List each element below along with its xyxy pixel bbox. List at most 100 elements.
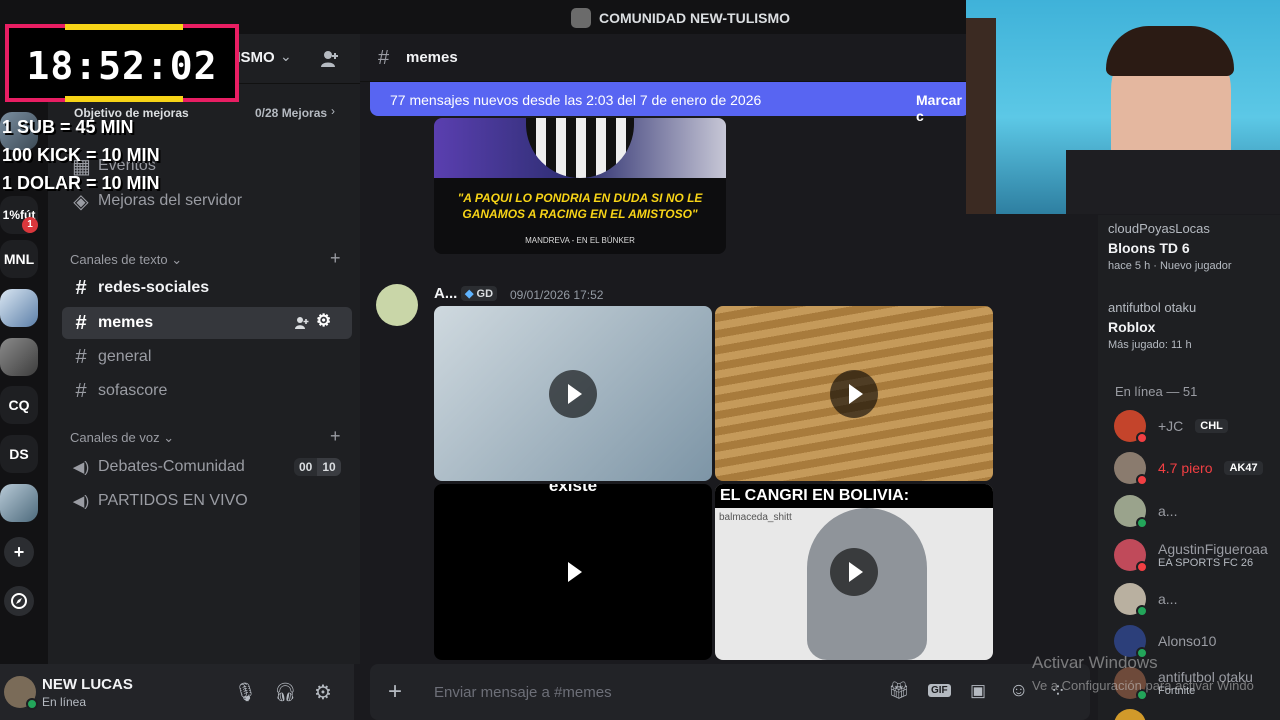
- add-server-icon[interactable]: +: [4, 537, 34, 567]
- activity-card[interactable]: antifutbol otaku Roblox Más jugado: 11 h: [1108, 300, 1280, 351]
- compass-icon[interactable]: [4, 586, 34, 616]
- channel-item[interactable]: # general: [62, 341, 352, 373]
- channel-item[interactable]: # sofascore: [62, 375, 352, 407]
- hash-icon: #: [75, 379, 87, 402]
- online-status-icon: [1136, 517, 1148, 529]
- guild-item-3[interactable]: CQ: [0, 386, 38, 424]
- channel-item-active[interactable]: # memes ⚙: [62, 307, 352, 339]
- stream-rule: 1 DOLAR = 10 MIN: [2, 173, 160, 193]
- speaker-icon: ◀): [72, 493, 90, 510]
- guild-icon-image[interactable]: [0, 484, 38, 522]
- guild-item-2[interactable]: MNL: [0, 240, 38, 278]
- channel-item[interactable]: # redes-sociales: [62, 272, 352, 304]
- boost-count: 0/28 Mejoras: [255, 106, 328, 120]
- stream-rule: 1 SUB = 45 MIN: [2, 117, 134, 137]
- headphones-icon[interactable]: 🎧︎: [274, 682, 297, 703]
- sticker-icon[interactable]: ▣: [970, 681, 986, 701]
- invite-people-icon[interactable]: [294, 315, 310, 331]
- gift-icon[interactable]: 🎁︎: [888, 681, 910, 701]
- video-caption: EL CANGRI EN BOLIVIA:: [720, 487, 910, 504]
- stream-timer: 18:52:02: [5, 24, 239, 102]
- user-panel: NEW LUCAS En línea 🎙︎ 🎧︎ ⚙: [0, 664, 354, 720]
- online-status-icon: [1136, 605, 1148, 617]
- member-item[interactable]: a...: [1114, 495, 1177, 529]
- online-status-icon: [26, 698, 38, 710]
- member-list: cloudPoyasLocas Bloons TD 6 hace 5 h · N…: [1098, 215, 1280, 720]
- server-icon: [571, 8, 591, 28]
- chevron-down-icon: ⌄: [280, 48, 292, 64]
- member-item[interactable]: b3ni4: [1114, 709, 1192, 720]
- online-header: En línea — 51: [1115, 384, 1198, 399]
- video-watermark: balmaceda_shitt: [719, 512, 792, 523]
- voice-channel-item[interactable]: ◀) PARTIDOS EN VIVO: [62, 485, 352, 517]
- member-item[interactable]: a...: [1114, 583, 1177, 617]
- gem-icon: ◆: [465, 288, 474, 300]
- add-channel-icon[interactable]: +: [330, 248, 341, 269]
- emoji-icon[interactable]: ☺: [1009, 680, 1028, 702]
- voice-channel-item[interactable]: ◀) Debates-Comunidad 00 10: [62, 451, 352, 483]
- play-icon[interactable]: [549, 548, 597, 596]
- play-icon[interactable]: [830, 369, 878, 418]
- video-attachment[interactable]: EL CANGRI EN BOLIVIA: balmaceda_shitt: [715, 484, 993, 660]
- guild-item-4[interactable]: DS: [0, 435, 38, 473]
- webcam-door: [966, 18, 996, 214]
- message-input[interactable]: Enviar mensaje a #memes: [434, 684, 612, 701]
- meme-image[interactable]: "A PAQUI LO PONDRIA EN DUDA SI NO LE GAN…: [434, 118, 726, 254]
- mark-read-button[interactable]: Marcar c: [916, 92, 970, 124]
- video-attachment[interactable]: [434, 306, 712, 481]
- hash-icon: #: [378, 47, 390, 69]
- video-attachment[interactable]: [715, 306, 993, 481]
- member-item[interactable]: +JC CHL: [1114, 410, 1228, 444]
- activity-game: Bloons TD 6: [1108, 240, 1190, 256]
- guild-tag: ◆ GD: [461, 286, 498, 301]
- plus-icon[interactable]: +: [388, 678, 402, 706]
- speaker-icon: ◀): [72, 459, 90, 476]
- voice-user-counter: 00 10: [294, 458, 341, 476]
- author-avatar[interactable]: [376, 284, 418, 326]
- gear-icon[interactable]: ⚙: [316, 311, 331, 331]
- dnd-status-icon: [1136, 474, 1148, 486]
- chevron-down-icon: ⌄: [171, 252, 183, 267]
- play-icon[interactable]: [830, 548, 878, 596]
- timer-value: 18:52:02: [26, 44, 218, 88]
- add-channel-icon[interactable]: +: [330, 426, 341, 447]
- meme-caption: "A PAQUI LO PONDRIA EN DUDA SI NO LE GAN…: [457, 191, 703, 221]
- guild-icon-image[interactable]: [0, 289, 38, 327]
- windows-watermark-title: Activar Windows: [1032, 653, 1158, 672]
- video-caption: existe: [548, 484, 598, 495]
- message-author[interactable]: A...: [434, 285, 457, 302]
- member-item[interactable]: AgustinFigueroaa EA SPORTS FC 26: [1114, 539, 1268, 573]
- dnd-status-icon: [1136, 432, 1148, 444]
- voice-channels-section[interactable]: Canales de voz ⌄: [70, 430, 174, 446]
- activity-game: Roblox: [1108, 319, 1156, 335]
- webcam-chair: [1066, 150, 1280, 214]
- play-icon[interactable]: [549, 369, 597, 418]
- hash-icon: #: [75, 311, 87, 334]
- text-channels-section[interactable]: Canales de texto ⌄: [70, 252, 182, 268]
- invite-people-icon[interactable]: [320, 49, 340, 69]
- chevron-down-icon: ⌄: [163, 430, 175, 445]
- activity-card[interactable]: cloudPoyasLocas Bloons TD 6 hace 5 h · N…: [1108, 221, 1280, 272]
- microphone-icon[interactable]: 🎙︎: [234, 682, 257, 703]
- activity-user: antifutbol otaku: [1108, 300, 1197, 315]
- new-messages-banner[interactable]: 77 mensajes nuevos desde las 2:03 del 7 …: [370, 82, 970, 124]
- windows-watermark-subtitle: Ve a Configuración para activar Windo: [1032, 678, 1254, 693]
- hash-icon: #: [75, 276, 87, 299]
- user-avatar[interactable]: [4, 676, 38, 710]
- message-timestamp: 09/01/2026 17:52: [510, 288, 604, 302]
- guild-icon-image[interactable]: [0, 338, 38, 376]
- message-composer[interactable]: + Enviar mensaje a #memes 🎁︎ GIF ▣ ☺ ⁘: [370, 664, 1090, 720]
- meme-source: MANDREVA - EN EL BÚNKER: [525, 236, 635, 245]
- new-messages-text: 77 mensajes nuevos desde las 2:03 del 7 …: [390, 92, 762, 108]
- video-attachment[interactable]: existe: [434, 484, 712, 660]
- titlebar-server: COMUNIDAD NEW-TULISMO: [571, 8, 790, 28]
- user-name: NEW LUCAS: [42, 676, 133, 693]
- webcam-hair: [1106, 26, 1234, 76]
- dnd-status-icon: [1136, 561, 1148, 573]
- member-item[interactable]: 4.7 piero AK47: [1114, 452, 1263, 486]
- webcam-overlay: [966, 0, 1280, 214]
- chevron-right-icon: ›: [331, 104, 335, 118]
- gear-icon[interactable]: ⚙: [314, 680, 332, 705]
- user-status: En línea: [42, 695, 87, 709]
- stream-rule: 100 KICK = 10 MIN: [2, 145, 160, 165]
